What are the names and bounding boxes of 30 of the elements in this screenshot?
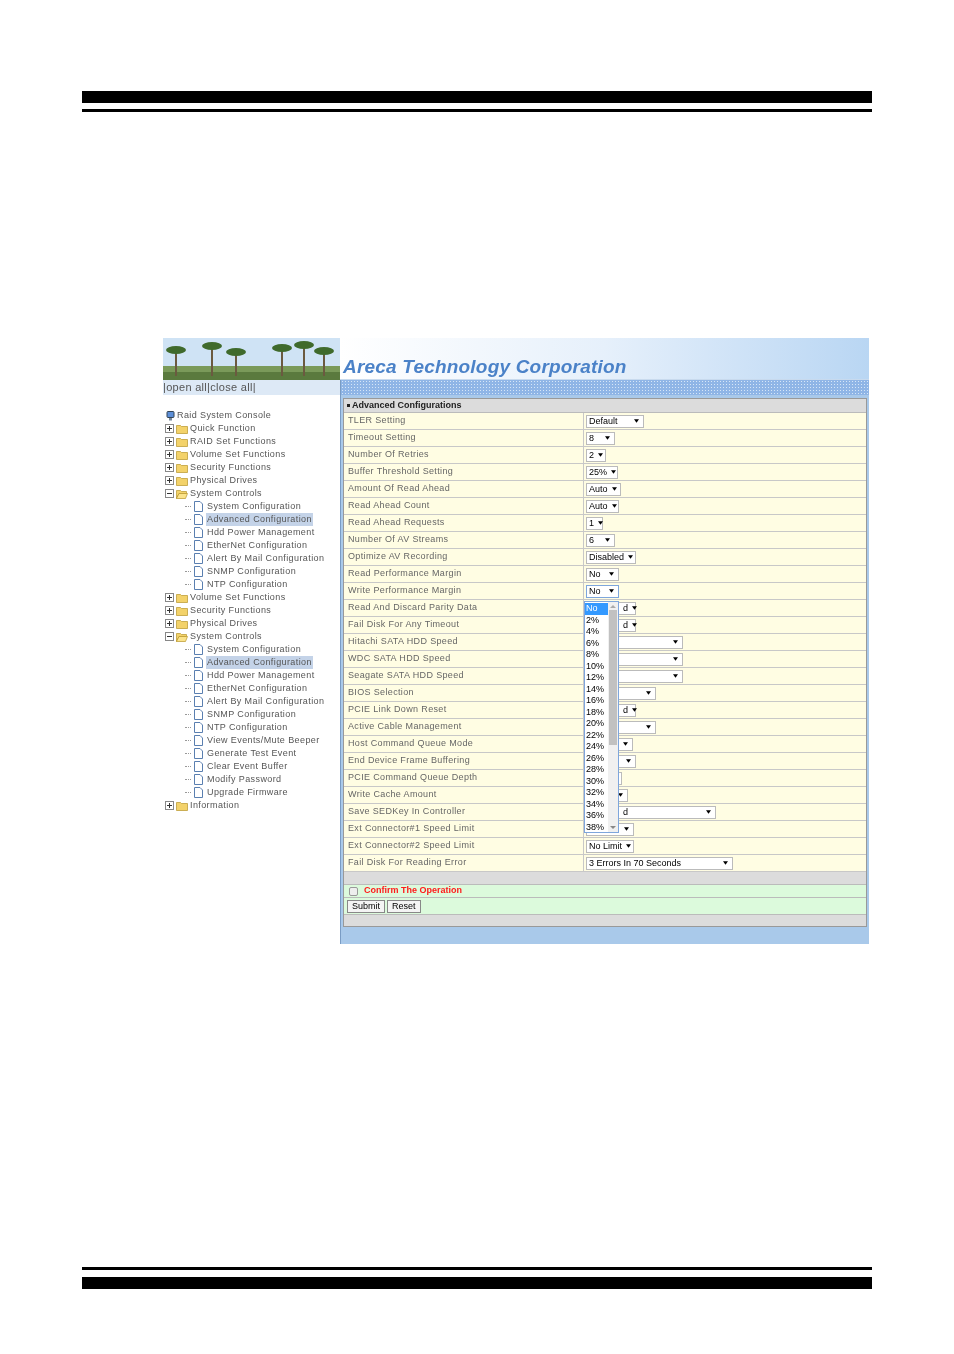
field-label: Number Of AV Streams [348, 533, 449, 547]
field-label: Optimize AV Recording [348, 550, 448, 564]
field-label: Hitachi SATA HDD Speed [348, 635, 458, 649]
field-label: Timeout Setting [348, 431, 416, 445]
field-label: Ext Connector#1 Speed Limit [348, 822, 475, 836]
field-label: Amount Of Read Ahead [348, 482, 451, 496]
field-label: Read Performance Margin [348, 567, 462, 581]
field-label: BIOS Selection [348, 686, 414, 700]
field-label: Buffer Threshold Setting [348, 465, 454, 479]
field-label: Fail Disk For Any Timeout [348, 618, 460, 632]
field-label: Write Cache Amount [348, 788, 437, 802]
field-label: Number Of Retries [348, 448, 429, 462]
field-label: Active Cable Management [348, 720, 462, 734]
field-label: PCIE Command Queue Depth [348, 771, 478, 785]
confirm-label: Confirm The Operation [364, 884, 462, 898]
field-label: Read And Discard Parity Data [348, 601, 478, 615]
field-label: Ext Connector#2 Speed Limit [348, 839, 475, 853]
field-label: Read Ahead Requests [348, 516, 445, 530]
section-title: Advanced Configurations [352, 398, 462, 412]
field-label: Read Ahead Count [348, 499, 430, 513]
field-label: Host Command Queue Mode [348, 737, 474, 751]
field-label: End Device Frame Buffering [348, 754, 470, 768]
field-label: Seagate SATA HDD Speed [348, 669, 464, 683]
field-label: PCIE Link Down Reset [348, 703, 447, 717]
app-title: Areca Technology Corporation [343, 356, 627, 378]
field-label: WDC SATA HDD Speed [348, 652, 451, 666]
field-label: Fail Disk For Reading Error [348, 856, 467, 870]
field-label: TLER Setting [348, 414, 406, 428]
field-label: Save SEDKey In Controller [348, 805, 466, 819]
field-label: Write Performance Margin [348, 584, 462, 598]
